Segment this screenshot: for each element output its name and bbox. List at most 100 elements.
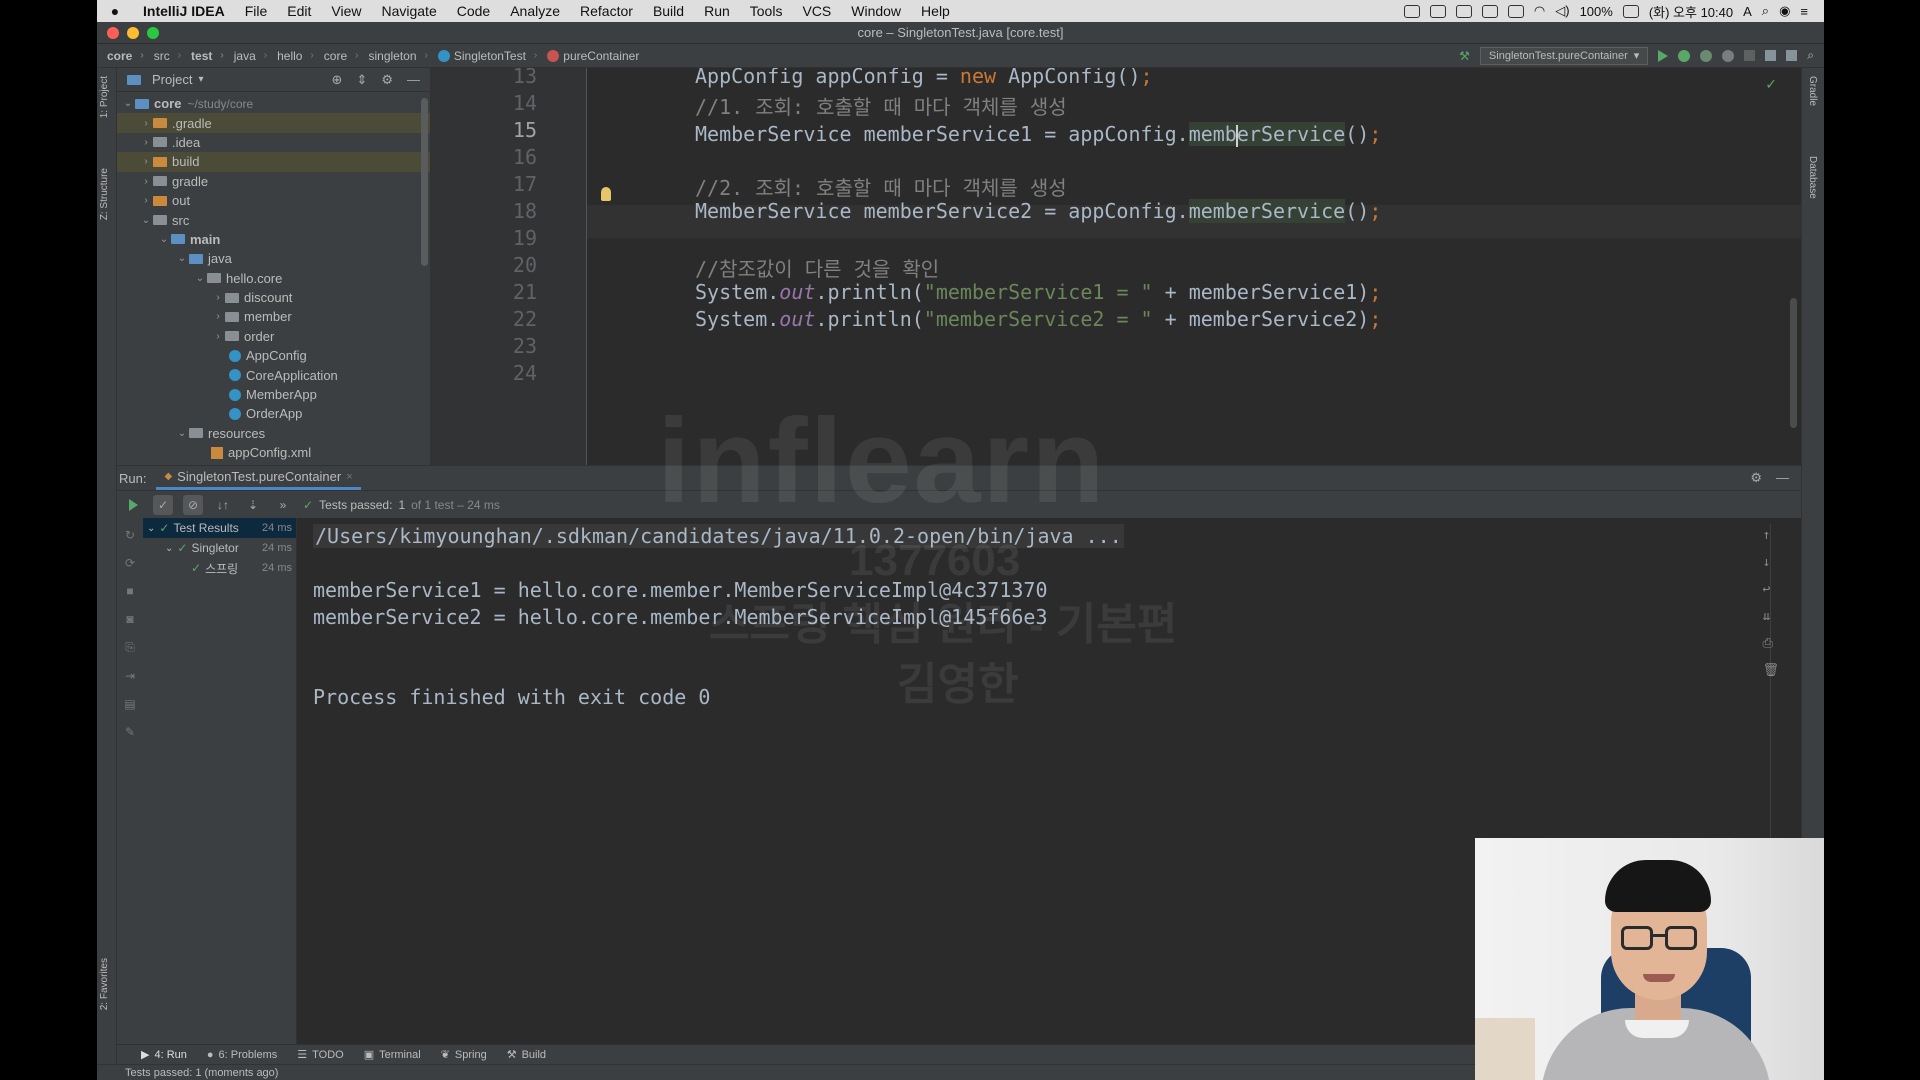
scroll-to-end-icon[interactable]: ⇊: [1762, 609, 1779, 624]
tree-item-build[interactable]: › build: [117, 152, 430, 172]
coverage-button[interactable]: [1700, 49, 1713, 62]
chevron-down-icon[interactable]: ▾: [198, 74, 203, 85]
tool-window-run[interactable]: ▶ 4: Run: [141, 1048, 187, 1062]
tool-window-terminal[interactable]: ▣ Terminal: [364, 1048, 421, 1062]
menu-help[interactable]: Help: [911, 3, 960, 19]
hide-panel-icon[interactable]: —: [1776, 470, 1789, 486]
input-source-indicator[interactable]: A: [1743, 4, 1752, 19]
menu-vcs[interactable]: VCS: [792, 3, 841, 19]
chevron-right-icon[interactable]: ›: [211, 331, 225, 342]
chevron-right-icon[interactable]: ›: [139, 195, 153, 206]
trash-icon[interactable]: 🗑: [1762, 663, 1779, 678]
tree-item-member[interactable]: › member: [117, 307, 430, 326]
cloud-icon[interactable]: [1455, 4, 1472, 18]
close-tab-icon[interactable]: ×: [346, 471, 352, 483]
locate-file-icon[interactable]: ⊕: [332, 72, 343, 88]
printer-icon[interactable]: [1507, 4, 1524, 18]
menu-build[interactable]: Build: [643, 3, 694, 19]
camera-icon[interactable]: ◙: [126, 612, 133, 626]
control-center-icon[interactable]: ≡: [1800, 4, 1808, 19]
rerun-button[interactable]: [123, 495, 143, 515]
breadcrumb-purecontainer[interactable]: pureContainer: [537, 49, 639, 63]
inspection-ok-icon[interactable]: ✓: [1765, 76, 1777, 93]
chevron-down-icon[interactable]: ⌄: [139, 215, 153, 226]
gradle-tool-tab[interactable]: Gradle: [1807, 76, 1818, 106]
favorites-tool-tab[interactable]: 2: Favorites: [99, 958, 110, 1010]
tree-item-gradle-dir[interactable]: › .gradle: [117, 113, 430, 133]
menu-analyze[interactable]: Analyze: [500, 3, 570, 19]
chevron-down-icon[interactable]: ⌄: [147, 523, 155, 534]
test-tree-method[interactable]: ✓ 스프링 24 ms: [143, 558, 296, 578]
menu-app-name[interactable]: IntelliJ IDEA: [133, 3, 235, 19]
expand-more-icon[interactable]: »: [273, 495, 293, 515]
layout-icon[interactable]: [1786, 50, 1798, 61]
tree-item-gradle[interactable]: › gradle: [117, 172, 430, 191]
breadcrumb-core-pkg[interactable]: core ›: [314, 49, 359, 63]
chevron-down-icon[interactable]: ⌄: [165, 543, 173, 554]
breadcrumb-core[interactable]: core ›: [97, 49, 144, 63]
menu-navigate[interactable]: Navigate: [371, 3, 446, 19]
tree-item-hello-core[interactable]: ⌄ hello.core: [117, 269, 430, 288]
menu-view[interactable]: View: [321, 3, 371, 19]
rerun-failed-icon[interactable]: ↻: [125, 528, 135, 542]
spotlight-search-icon[interactable]: ⌕: [1762, 3, 1769, 19]
run-configuration-selector[interactable]: SingletonTest.pureContainer ▾: [1479, 46, 1649, 65]
project-view-selector[interactable]: Project: [152, 72, 192, 87]
tree-item-appconfig[interactable]: AppConfig: [117, 346, 430, 365]
tree-item-resources[interactable]: ⌄ resources: [117, 424, 430, 443]
sort-alphabetically-button[interactable]: ↓↑: [213, 495, 233, 515]
tree-item-memberapp[interactable]: MemberApp: [117, 385, 430, 404]
run-button[interactable]: [1658, 49, 1669, 62]
project-scrollbar[interactable]: [421, 98, 428, 266]
screen-record-icon[interactable]: [1403, 4, 1420, 18]
gear-icon[interactable]: ⚙: [1750, 470, 1762, 486]
breadcrumb-hello[interactable]: hello ›: [267, 49, 314, 63]
breadcrumb-singleton[interactable]: singleton ›: [358, 49, 427, 63]
breadcrumb-singletontest[interactable]: SingletonTest ›: [428, 49, 537, 63]
structure-tool-tab[interactable]: Z: Structure: [99, 168, 110, 220]
gear-icon[interactable]: ⚙: [381, 72, 393, 88]
soft-wrap-icon[interactable]: ↩: [1762, 582, 1779, 597]
export-icon[interactable]: ⎘: [125, 640, 135, 655]
menu-run[interactable]: Run: [694, 3, 740, 19]
show-ignored-toggle[interactable]: ⊘: [183, 494, 203, 515]
tree-item-src[interactable]: ⌄ src: [117, 210, 430, 229]
chevron-down-icon[interactable]: ⌄: [193, 273, 207, 284]
editor-scrollbar[interactable]: [1790, 298, 1797, 428]
chevron-down-icon[interactable]: ⌄: [175, 253, 189, 264]
layout-icon[interactable]: ▤: [124, 697, 135, 711]
project-structure-icon[interactable]: [1765, 50, 1777, 61]
scroll-up-icon[interactable]: ↑: [1762, 528, 1779, 543]
tree-item-order[interactable]: › order: [117, 327, 430, 346]
profile-button[interactable]: [1722, 49, 1735, 62]
siri-icon[interactable]: ◉: [1779, 3, 1790, 19]
tree-item-core[interactable]: ⌄ core ~/study/core: [117, 94, 430, 113]
chevron-down-icon[interactable]: ⌄: [175, 428, 189, 439]
clipboard-icon[interactable]: [1481, 4, 1498, 18]
tool-window-build[interactable]: ⚒ Build: [507, 1048, 546, 1062]
tree-item-out[interactable]: › out: [117, 191, 430, 210]
chevron-down-icon[interactable]: ⌄: [121, 98, 135, 109]
database-tool-tab[interactable]: Database: [1807, 156, 1818, 199]
chevron-right-icon[interactable]: ›: [139, 118, 153, 129]
debug-button[interactable]: [1678, 49, 1691, 62]
print-icon[interactable]: ⎙: [1762, 636, 1779, 651]
volume-icon[interactable]: ◁): [1555, 3, 1569, 19]
tool-window-todo[interactable]: ☰ TODO: [297, 1048, 343, 1062]
chevron-right-icon[interactable]: ›: [211, 311, 225, 322]
tool-window-problems[interactable]: ● 6: Problems: [207, 1049, 277, 1061]
hide-panel-icon[interactable]: —: [407, 72, 420, 88]
battery-icon[interactable]: [1622, 4, 1639, 18]
test-tree-class[interactable]: ⌄ ✓ Singletor 24 ms: [143, 538, 296, 558]
breadcrumb-java[interactable]: java ›: [224, 49, 267, 63]
chevron-right-icon[interactable]: ›: [139, 176, 153, 187]
menu-code[interactable]: Code: [447, 3, 500, 19]
collapse-all-icon[interactable]: ⇕: [356, 72, 367, 88]
shield-icon[interactable]: [1429, 4, 1446, 18]
toggle-auto-test-icon[interactable]: ⟳: [125, 556, 135, 570]
tool-window-spring[interactable]: ❦ Spring: [441, 1048, 487, 1062]
menu-file[interactable]: File: [235, 3, 278, 19]
chevron-down-icon[interactable]: ⌄: [157, 234, 171, 245]
tree-item-discount[interactable]: › discount: [117, 288, 430, 307]
project-tool-tab[interactable]: 1: Project: [99, 76, 110, 118]
